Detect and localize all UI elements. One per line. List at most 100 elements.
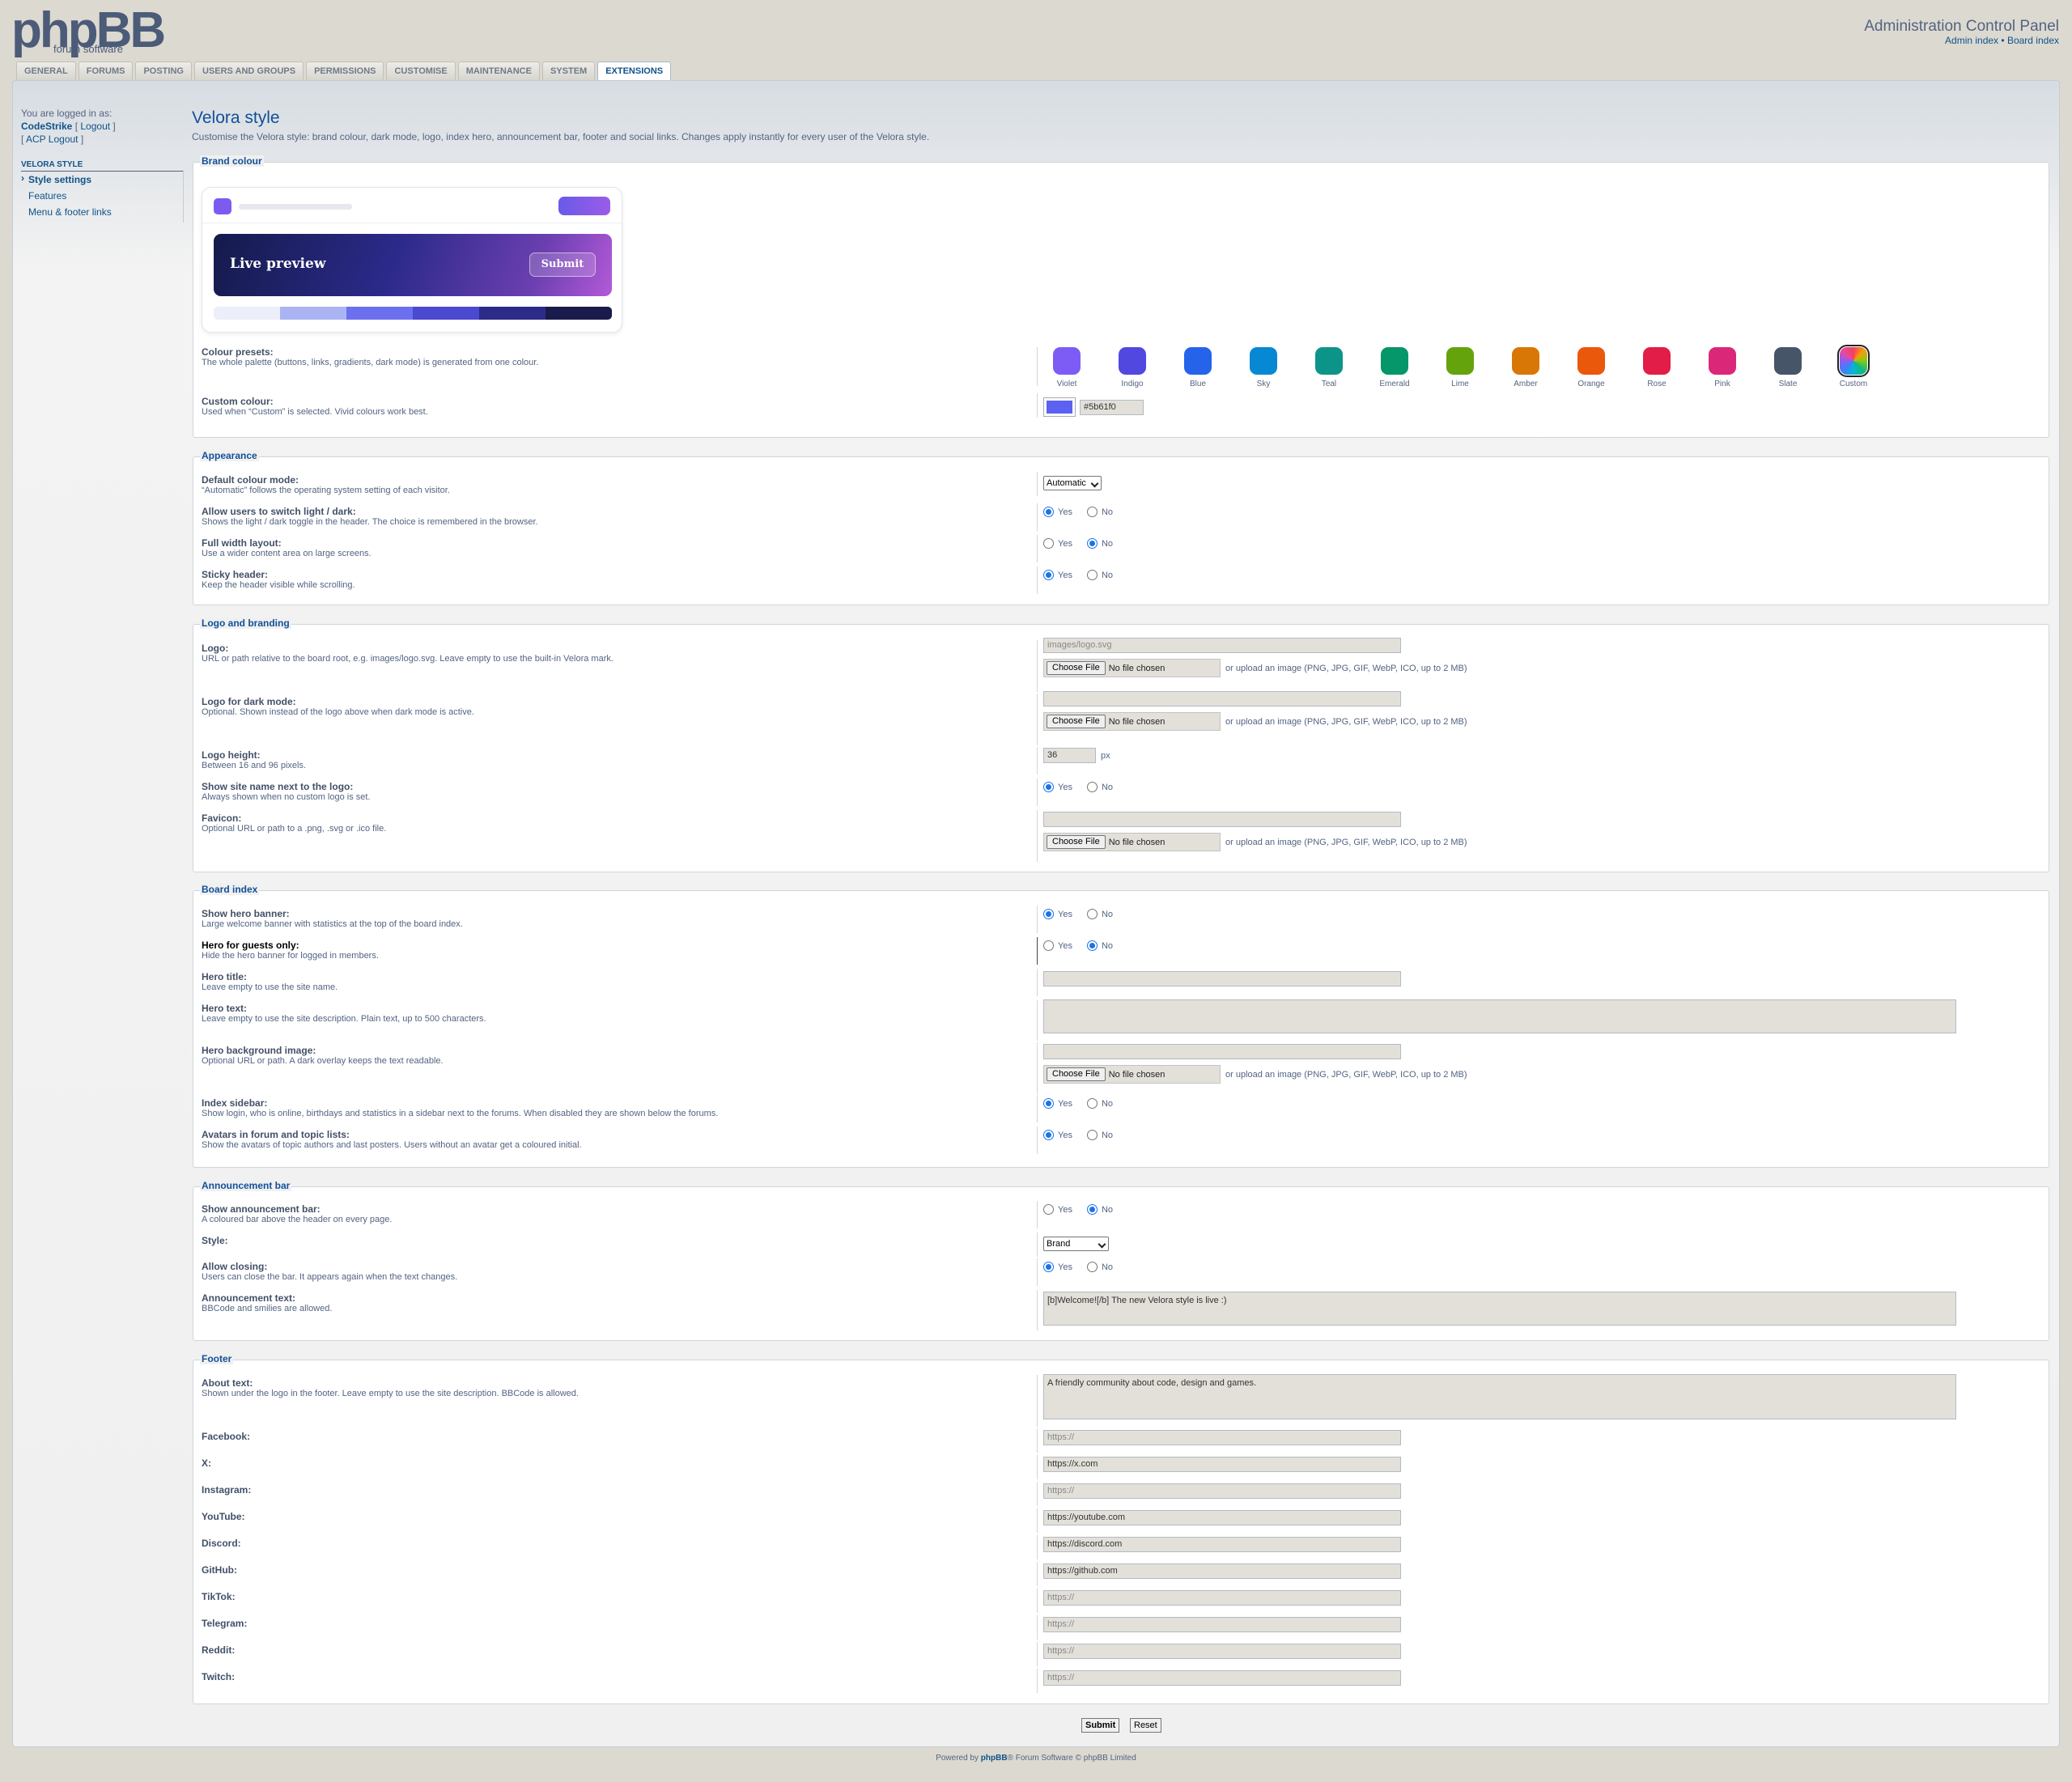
radio-no[interactable]: No [1086,1262,1113,1272]
acp-logout-link[interactable]: ACP Logout [26,134,79,145]
radio-no[interactable]: No [1086,909,1113,919]
radio-yes[interactable]: Yes [1043,909,1072,919]
dark-logo-input[interactable] [1043,691,1401,706]
swatch-slate[interactable]: Slate [1764,347,1812,388]
social-url-input[interactable]: https://github.com [1043,1563,1401,1579]
radio-yes[interactable]: Yes [1043,538,1072,549]
radio-no[interactable]: No [1086,1130,1113,1140]
radio-no[interactable]: No [1086,940,1113,951]
swatch-amber[interactable]: Amber [1501,347,1550,388]
tab-forums[interactable]: Forums [78,62,134,81]
about-text-textarea[interactable]: A friendly community about code, design … [1043,1374,1956,1419]
radio-yes[interactable]: Yes [1043,570,1072,580]
board-index-link[interactable]: Board index [2007,35,2059,46]
radio-yes[interactable]: Yes [1043,507,1072,517]
swatch-pink[interactable]: Pink [1698,347,1747,388]
phpbb-logo[interactable]: phpBB forum software [11,2,166,58]
row-separator [1037,906,1038,933]
desc-switch-light-dark: Shows the light / dark toggle in the hea… [202,517,538,527]
tab-system[interactable]: System [541,62,596,81]
swatch-violet[interactable]: Violet [1042,347,1091,388]
announcement-text-textarea[interactable]: [b]Welcome![/b] The new Velora style is … [1043,1292,1956,1326]
swatch-custom[interactable]: Custom [1829,345,1878,388]
swatch-orange[interactable]: Orange [1567,347,1616,388]
fieldset-board-index: Board index Show hero banner: Large welco… [193,884,2049,1168]
tab-general[interactable]: General [16,62,76,81]
row-separator [1037,1562,1038,1586]
choose-file-button[interactable]: Choose File [1047,661,1106,675]
swatch-teal[interactable]: Teal [1305,347,1353,388]
submit-button[interactable]: Submit [1081,1718,1120,1733]
custom-colour-input[interactable]: #5b61f0 [1080,400,1144,415]
announcement-style-select[interactable]: Brand [1043,1237,1109,1251]
swatch-label: Amber [1514,380,1538,388]
swatch-label: Emerald [1379,380,1410,388]
social-url-input[interactable]: https://discord.com [1043,1537,1401,1552]
desc-hero-background: Optional URL or path. A dark overlay kee… [202,1056,444,1066]
radio-no[interactable]: No [1086,538,1113,549]
choose-file-button[interactable]: Choose File [1047,1067,1106,1081]
swatch-lime[interactable]: Lime [1436,347,1484,388]
social-url-input[interactable]: https:// [1043,1670,1401,1686]
label-social: Twitch: [202,1671,236,1682]
label-full-width: Full width layout: [202,537,282,549]
radio-yes[interactable]: Yes [1043,1262,1072,1272]
admin-index-link[interactable]: Admin index [1945,35,1998,46]
row-separator [1037,535,1038,562]
hero-background-upload: Choose File No file chosen or upload an im… [1043,1065,1467,1084]
favicon-input[interactable] [1043,812,1401,827]
social-url-input[interactable]: https:// [1043,1430,1401,1445]
username[interactable]: CodeStrike [21,121,72,132]
choose-file-button[interactable]: Choose File [1047,835,1106,849]
swatch-emerald[interactable]: Emerald [1370,347,1419,388]
menu-item-style-settings[interactable]: Style settings [21,172,183,188]
radio-yes[interactable]: Yes [1043,1204,1072,1215]
radio-no[interactable]: No [1086,570,1113,580]
social-url-input[interactable]: https:// [1043,1483,1401,1499]
radio-no[interactable]: No [1086,1204,1113,1215]
hero-title-input[interactable] [1043,971,1401,986]
tab-maintenance[interactable]: Maintenance [457,62,540,81]
social-url-input[interactable]: https://youtube.com [1043,1510,1401,1525]
radio-no[interactable]: No [1086,1098,1113,1109]
radio-yes[interactable]: Yes [1043,782,1072,792]
colour-picker[interactable] [1043,397,1076,417]
radio-yes[interactable]: Yes [1043,1098,1072,1109]
swatch-colour [1837,345,1870,377]
social-url-input[interactable]: https://x.com [1043,1457,1401,1472]
tab-users-groups[interactable]: Users and Groups [193,62,304,81]
social-url-input[interactable]: https:// [1043,1617,1401,1632]
social-url-input[interactable]: https:// [1043,1590,1401,1606]
row-separator [1037,640,1038,692]
choose-file-button[interactable]: Choose File [1047,715,1106,728]
menu-item-menu-footer-links[interactable]: Menu & footer links [21,204,183,220]
swatch-rose[interactable]: Rose [1633,347,1681,388]
label-index-sidebar: Index sidebar: [202,1097,268,1109]
colour-mode-select[interactable]: Automatic [1043,476,1102,490]
swatch-indigo[interactable]: Indigo [1108,347,1157,388]
tab-posting[interactable]: Posting [135,62,192,81]
swatch-sky[interactable]: Sky [1239,347,1288,388]
desc-logo-height: Between 16 and 96 pixels. [202,761,307,770]
menu-item-features[interactable]: Features [21,188,183,204]
hero-text-textarea[interactable] [1043,999,1956,1033]
label-logo: Logo: [202,643,229,654]
swatch-blue[interactable]: Blue [1174,347,1222,388]
tab-permissions[interactable]: Permissions [306,62,384,81]
phpbb-link[interactable]: phpBB [981,1754,1008,1763]
tab-extensions[interactable]: Extensions [597,62,672,82]
logo-input[interactable]: images/logo.svg [1043,638,1401,653]
logout-link[interactable]: Logout [80,121,110,132]
radio-no[interactable]: No [1086,782,1113,792]
label-avatars: Avatars in forum and topic lists: [202,1129,350,1140]
swatch-colour [1184,347,1212,375]
scale-step [346,307,413,320]
social-url-input[interactable]: https:// [1043,1644,1401,1659]
reset-button[interactable]: Reset [1130,1718,1161,1733]
hero-background-input[interactable] [1043,1044,1401,1059]
radio-yes[interactable]: Yes [1043,1130,1072,1140]
radio-yes[interactable]: Yes [1043,940,1072,951]
logo-height-input[interactable]: 36 [1043,748,1096,763]
tab-customise[interactable]: Customise [386,62,456,81]
radio-no[interactable]: No [1086,507,1113,517]
